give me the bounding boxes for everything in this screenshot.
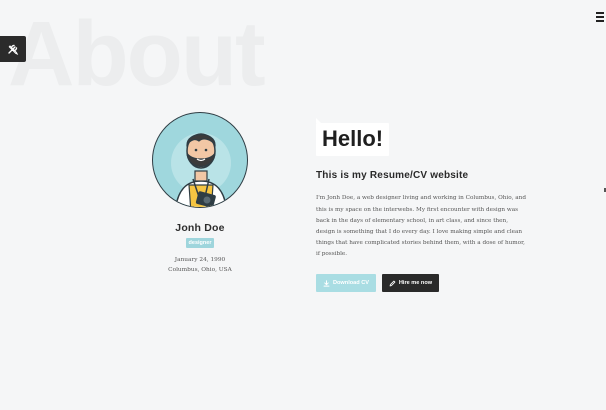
background-section-title: About bbox=[8, 3, 266, 105]
profile-location: Columbus, Ohio, USA bbox=[168, 266, 232, 273]
about-content: Hello! This is my Resume/CV website I'm … bbox=[316, 117, 528, 293]
avatar bbox=[152, 112, 248, 208]
style-switcher-button[interactable] bbox=[0, 36, 26, 62]
profile-name: Jonh Doe bbox=[175, 222, 225, 234]
avatar-illustration bbox=[171, 133, 231, 207]
wrench-pencil-icon bbox=[8, 44, 19, 56]
greeting-heading: Hello! bbox=[322, 126, 384, 151]
download-icon bbox=[323, 279, 330, 287]
profile-info: January 24, 1990 Columbus, Ohio, USA bbox=[168, 256, 232, 276]
hamburger-icon[interactable] bbox=[596, 12, 606, 22]
role-badge: designer bbox=[185, 238, 215, 248]
hire-me-label: Hire me now bbox=[398, 280, 433, 287]
about-bio: I'm Jonh Doe, a web designer living and … bbox=[316, 195, 526, 257]
about-subtitle: This is my Resume/CV website bbox=[316, 170, 469, 182]
download-cv-label: Download CV bbox=[332, 280, 370, 287]
profile-birthdate: January 24, 1990 bbox=[174, 257, 226, 263]
pencil-icon bbox=[389, 280, 396, 286]
action-buttons: Download CV Hire me now bbox=[316, 274, 528, 293]
download-cv-button[interactable]: Download CV bbox=[316, 274, 376, 293]
greeting-bubble: Hello! bbox=[316, 117, 390, 157]
profile-card: Jonh Doe designer January 24, 1990 Colum… bbox=[140, 112, 260, 276]
hire-me-button[interactable]: Hire me now bbox=[382, 274, 439, 293]
